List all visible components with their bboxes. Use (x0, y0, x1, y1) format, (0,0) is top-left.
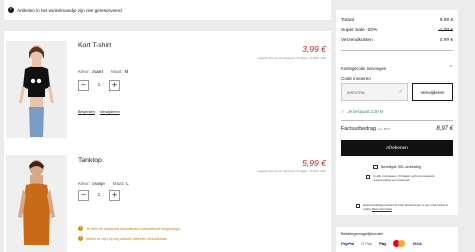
quantity-value[interactable]: 1 (89, 193, 109, 198)
size-value: L (126, 181, 129, 186)
product-price: 3,99 € (302, 44, 326, 54)
product-price: 5,99 € (302, 158, 326, 168)
sale-row: Super Sale -20% -2,00 € (341, 28, 453, 33)
warning-text: Alleen er zijn) bij nog artikele artikel… (86, 236, 167, 241)
paypal-logo: PayPal (341, 241, 355, 246)
product-image[interactable] (6, 41, 67, 138)
color-label: Kleur: (78, 69, 91, 74)
secure-text: Beveiligde SSL-verbinding (381, 165, 421, 169)
item-actions: Bewerken Verwijderen (78, 110, 120, 114)
discount-code-input[interactable]: 20EXTRA ✓ (341, 83, 408, 101)
product-name[interactable]: Kort T-shirt (78, 42, 111, 49)
cart-item: Tanktop 5,99 € Laagste prijs van de afge… (4, 146, 331, 252)
savings-message: ✓ Je bespaart 2,00 €! (341, 109, 383, 114)
box-icon (366, 175, 371, 179)
check-icon: ✓ (398, 89, 403, 95)
return-period-text: In alle t uit passen: 30 dagen recht op … (373, 174, 435, 182)
return-icon (356, 204, 361, 208)
subtotal-row: Totaal 9,98 € (341, 18, 453, 23)
lock-icon (373, 165, 379, 169)
edit-link[interactable]: Bewerken (78, 110, 95, 114)
visa-logo: VISA (412, 241, 422, 246)
cart-notice: ✓ Artikelen in het winkelmandje zijn nie… (4, 0, 331, 20)
discount-toggle-label: Kortingscode toevoegen (341, 65, 387, 71)
shipping-row: Verzendkosten 0,99 € (341, 38, 453, 43)
shipping-label: Verzendkosten (341, 38, 373, 43)
shipping-value: 0,99 € (439, 38, 453, 43)
check-icon: ✓ (8, 7, 14, 13)
checkout-button[interactable]: Afrekenen (341, 140, 453, 156)
payment-logos: PayPal G Pay Pay VISA (341, 240, 422, 247)
product-name[interactable]: Tanktop (78, 157, 102, 164)
color-attribute: Kleur: oranje (78, 181, 105, 186)
increase-button[interactable]: + (109, 80, 120, 91)
plus-icon: + (111, 81, 118, 89)
product-attributes: Kleur: zwart Maat: M (78, 69, 128, 74)
quantity-stepper: − 1 + (78, 190, 120, 201)
discount-code-value: 20EXTRA (347, 89, 365, 95)
decrease-button[interactable]: − (78, 80, 89, 91)
discount-code-toggle[interactable]: Kortingscode toevoegen ⌃ (341, 65, 453, 71)
invoice-label: Factuurbedrag (341, 126, 377, 132)
check-icon: ✓ (341, 109, 345, 114)
remove-link[interactable]: Verwijderen (100, 110, 120, 114)
size-label: Maat: (111, 69, 123, 74)
chevron-up-icon: ⌃ (448, 65, 453, 71)
decrease-button[interactable]: − (78, 190, 89, 201)
size-attribute: Maat: M (111, 69, 128, 74)
invoice-total: 8,97 € (436, 126, 453, 132)
code-label: Code invoeren (341, 76, 371, 81)
divider (341, 120, 453, 121)
return-cost-text: Retourzendingen kosten € 0,00. Retourner… (363, 203, 450, 212)
cart-item: Kort T-shirt 3,99 € Laagste prijs van de… (4, 31, 331, 148)
subtotal-label: Totaal (341, 18, 354, 23)
product-attributes: Kleur: oranje Maat: L (78, 181, 129, 186)
warning-text: Je hebt de maximaal beschikbare hoeveelh… (86, 226, 181, 231)
return-cost-info: Retourzendingen kosten € 0,00. Retourner… (356, 203, 450, 212)
secure-connection-info: Beveiligde SSL-verbinding (336, 165, 458, 169)
color-value: zwart (92, 69, 103, 74)
mastercard-logo (393, 240, 406, 247)
size-label: Maat: (112, 181, 125, 186)
return-period-info: In alle t uit passen: 30 dagen recht op … (366, 174, 450, 183)
more-info-link[interactable]: Meer informatie (372, 207, 392, 211)
color-value: oranje (92, 181, 105, 186)
max-quantity-warning: ! Je hebt de maximaal beschikbare hoevee… (78, 226, 181, 231)
color-attribute: Kleur: zwart (78, 69, 103, 74)
color-label: Kleur: (78, 181, 91, 186)
sale-value: -2,00 € (438, 28, 453, 33)
sale-label: Super Sale -20% (341, 28, 378, 33)
quantity-stepper: − 1 + (78, 80, 120, 91)
divider (341, 50, 453, 51)
remove-code-button[interactable]: Verwijderen (412, 83, 453, 101)
warning-icon: ! (78, 226, 83, 231)
order-summary: Totaal 9,98 € Super Sale -20% -2,00 € Ve… (336, 10, 458, 215)
stock-warning: ! Alleen er zijn) bij nog artikele artik… (78, 236, 167, 241)
google-pay-logo: G Pay (361, 241, 373, 246)
subtotal-value: 9,98 € (439, 18, 453, 23)
lowest-price-note: Laagste prijs van de afgelopen 30 dagen:… (257, 169, 326, 173)
payment-options: Betalingsmogelijkheden PayPal G Pay Pay … (336, 227, 458, 252)
warning-icon: ! (78, 236, 83, 241)
increase-button[interactable]: + (109, 190, 120, 201)
vat-note: incl. BTW (378, 127, 391, 131)
quantity-value[interactable]: 1 (89, 83, 109, 88)
minus-icon: − (80, 191, 87, 199)
product-image[interactable] (6, 155, 67, 252)
notice-text: Artikelen in het winkelmandje zijn niet … (17, 7, 122, 13)
invoice-total-row: Factuurbedrag incl. BTW 8,97 € (341, 126, 453, 132)
size-value: M (124, 69, 129, 74)
apple-pay-logo: Pay (379, 241, 386, 246)
minus-icon: − (80, 81, 87, 89)
savings-text: Je bespaart 2,00 €! (347, 109, 384, 114)
size-attribute: Maat: L (113, 181, 129, 186)
lowest-price-note: Laagste prijs van de afgelopen 30 dagen:… (257, 56, 326, 60)
apple-pay-label: Pay (379, 241, 387, 246)
plus-icon: + (111, 191, 118, 199)
invoice-label-group: Factuurbedrag incl. BTW (341, 126, 390, 132)
payment-title: Betalingsmogelijkheden (341, 231, 384, 236)
